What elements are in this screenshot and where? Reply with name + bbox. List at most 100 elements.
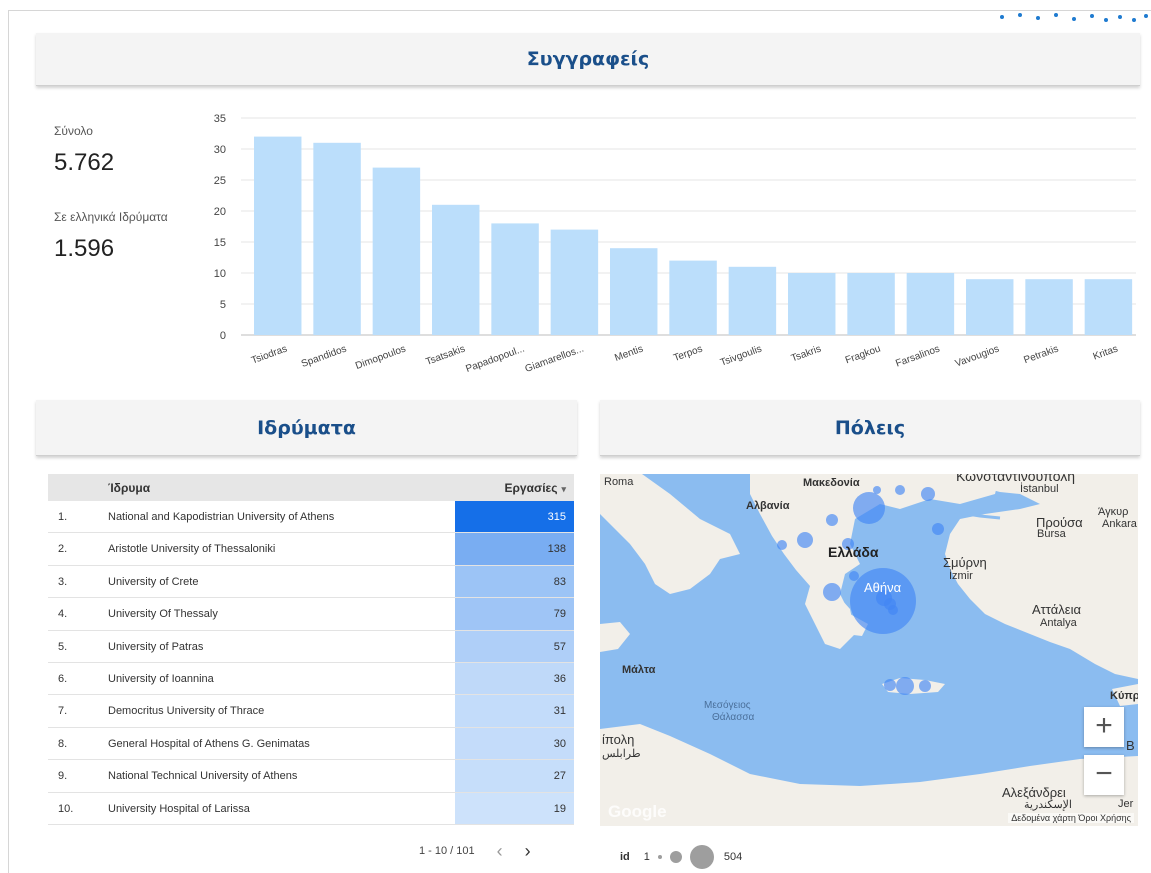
legend-max: 504 [723, 851, 743, 863]
table-row[interactable]: 6. University of Ioannina 36 [48, 662, 574, 696]
bar[interactable] [254, 136, 302, 335]
x-tick-label: Tsiodras [250, 343, 289, 366]
table-row[interactable]: 9. National Technical University of Athen… [48, 760, 574, 793]
bar[interactable] [669, 260, 717, 335]
table-row[interactable]: 8. General Hospital of Athens G. Genimata… [48, 727, 574, 761]
row-rank: 1. [58, 511, 68, 523]
x-tick-label: Petrakis [1022, 343, 1060, 366]
total-label: Σύνολο [54, 124, 93, 138]
x-tick-label: Papadopoul... [464, 343, 526, 374]
bar[interactable] [728, 266, 777, 335]
row-institution: University of Crete [108, 575, 199, 588]
zoom-in-button[interactable]: + [1084, 707, 1124, 747]
bar[interactable] [966, 279, 1014, 335]
y-tick-label: 0 [220, 330, 226, 342]
cities-map[interactable]: Roma Μακεδονία Κωνσταντινούπολη İstanbul… [600, 474, 1138, 826]
bar[interactable] [432, 204, 480, 335]
greek-institutions-value: 1.596 [54, 235, 115, 262]
map-label-tripoli: ίπολη [602, 732, 635, 747]
y-tick-label: 30 [214, 144, 226, 156]
row-rank: 2. [58, 543, 68, 556]
map-label-alexandreia-arabic: الإسكندرية [1024, 799, 1072, 811]
institutions-table: Ίδρυμα Εργασίες ▾ 1. National and Kapodist… [48, 474, 574, 825]
row-works-count: 79 [455, 598, 574, 630]
row-works-count: 36 [455, 662, 574, 695]
row-institution: University Of Thessaly [108, 608, 218, 621]
bar[interactable] [313, 142, 361, 335]
table-row[interactable]: 4. University Of Thessaly 79 [48, 598, 574, 631]
table-row[interactable]: 5. University of Patras 57 [48, 630, 574, 663]
row-institution: National Technical University of Athens [108, 770, 298, 783]
institutions-section-header: Ιδρύματα [36, 400, 577, 456]
map-label-sea-2: Θάλασσα [712, 712, 755, 723]
map-label-attaleia: Αττάλεια [1032, 602, 1081, 617]
legend-field: id [620, 851, 630, 863]
map-label-istanbul: İstanbul [1020, 483, 1059, 495]
map-label-antalya: Antalya [1040, 617, 1077, 629]
map-attribution[interactable]: Δεδομένα χάρτη Όροι Χρήσης [1008, 813, 1134, 823]
map-label-makedonia: Μακεδονία [803, 477, 860, 489]
bar[interactable] [788, 273, 836, 335]
x-tick-label: Mentis [613, 343, 644, 363]
col-works-sort[interactable]: Εργασίες ▾ [505, 481, 567, 495]
table-body: 1. National and Kapodistrian University o… [48, 501, 574, 825]
map-label-ankara: Ankara [1102, 518, 1137, 530]
row-rank: 10. [58, 802, 74, 815]
table-row[interactable]: 1. National and Kapodistrian University o… [48, 501, 574, 534]
bar[interactable] [847, 273, 895, 335]
bar[interactable] [491, 223, 539, 335]
bar[interactable] [1084, 279, 1133, 335]
total-value: 5.762 [54, 149, 115, 176]
x-tick-label: Tsakris [790, 343, 823, 364]
table-row[interactable]: 10. University Hospital of Larissa 19 [48, 792, 574, 825]
row-institution: University Hospital of Larissa [108, 802, 250, 815]
row-rank: 5. [58, 640, 68, 653]
bar[interactable] [906, 273, 955, 335]
x-tick-label: Farsalinos [894, 343, 941, 369]
y-tick-label: 20 [214, 206, 226, 218]
row-rank: 7. [58, 705, 68, 718]
table-row[interactable]: 3. University of Crete 83 [48, 565, 574, 599]
legend-dot-small [657, 855, 662, 859]
x-tick-label: Vavougios [954, 343, 1001, 369]
next-page-icon[interactable]: › [525, 842, 531, 860]
row-works-count: 315 [455, 501, 574, 533]
row-works-count: 31 [455, 695, 574, 727]
row-works-count: 30 [455, 727, 574, 760]
table-row[interactable]: 2. Aristotle University of Thessaloniki 13… [48, 533, 574, 566]
row-institution: Aristotle University of Thessaloniki [108, 543, 276, 556]
pagination-range: 1 - 10 / 101 [419, 845, 475, 857]
table-pagination: 1 - 10 / 101 ‹ › [419, 842, 531, 860]
x-tick-label: Dimopoulos [354, 343, 407, 371]
map-label-ankara-greek: Άγκυρ [1098, 506, 1129, 518]
x-tick-label: Fragkou [844, 343, 882, 366]
y-tick-label: 35 [214, 113, 226, 125]
bar[interactable] [550, 229, 599, 335]
map-label-b: B [1126, 738, 1135, 753]
row-rank: 8. [58, 737, 68, 750]
bar[interactable] [610, 248, 658, 335]
row-works-count: 27 [455, 760, 574, 792]
row-works-count: 57 [455, 630, 574, 662]
row-institution: National and Kapodistrian University of … [108, 511, 335, 523]
x-tick-label: Kritas [1092, 343, 1120, 362]
map-label-jer: Jer [1118, 798, 1134, 810]
map-size-legend: id 1 504 [620, 845, 742, 869]
authors-section-header: Συγγραφείς [36, 33, 1140, 86]
x-tick-label: Giamarellos... [524, 343, 586, 374]
map-label-roma: Roma [604, 476, 634, 488]
map-label-albania: Αλβανία [746, 500, 790, 512]
y-tick-label: 5 [220, 299, 226, 311]
bar[interactable] [1025, 279, 1073, 335]
prev-page-icon[interactable]: ‹ [497, 842, 503, 860]
bar[interactable] [372, 167, 421, 335]
zoom-out-button[interactable]: − [1084, 755, 1124, 795]
row-rank: 9. [58, 770, 68, 783]
map-label-tripoli-arabic: طرابلس [602, 748, 641, 760]
table-header: Ίδρυμα Εργασίες ▾ [48, 474, 574, 501]
col-institution: Ίδρυμα [108, 481, 151, 495]
map-label-kypros: Κύπρ [1110, 690, 1138, 702]
table-row[interactable]: 7. Democritus University of Thrace 31 [48, 695, 574, 728]
cities-section-header: Πόλεις [600, 400, 1140, 456]
row-works-count: 19 [455, 792, 574, 824]
